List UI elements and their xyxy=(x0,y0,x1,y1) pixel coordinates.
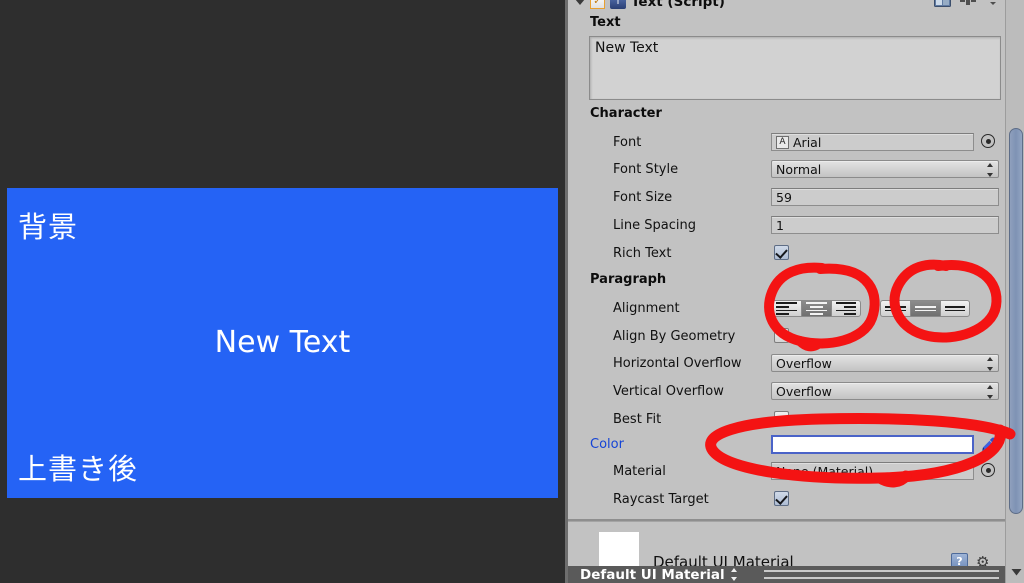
best-fit-label: Best Fit xyxy=(613,412,662,427)
component-header[interactable]: ✓ T Text (Script) xyxy=(571,0,1005,11)
game-label-after-overwrite: 上書き後 xyxy=(18,452,139,486)
chevron-updown-icon xyxy=(986,163,993,177)
font-object-field[interactable]: A Arial xyxy=(771,133,974,151)
row-color: Color xyxy=(568,434,1005,456)
align-left-button[interactable] xyxy=(771,300,801,317)
row-vertical-overflow: Vertical Overflow Overflow xyxy=(568,381,1005,403)
row-best-fit: Best Fit xyxy=(568,409,1005,431)
row-line-spacing: Line Spacing 1 xyxy=(568,215,1005,237)
vertical-alignment-group[interactable] xyxy=(880,300,970,317)
horizontal-alignment-group[interactable] xyxy=(771,300,861,317)
font-style-dropdown[interactable]: Normal xyxy=(771,160,999,178)
alignment-label: Alignment xyxy=(613,301,680,316)
material-object-field[interactable]: None (Material) xyxy=(771,462,974,480)
inspector-scrollbar[interactable] xyxy=(1005,0,1024,583)
row-rich-text: Rich Text xyxy=(568,243,1005,265)
rich-text-label: Rich Text xyxy=(613,246,672,261)
row-font: Font A Arial xyxy=(568,132,1005,154)
scrollbar-thumb[interactable] xyxy=(1009,128,1023,514)
row-font-style: Font Style Normal xyxy=(568,159,1005,181)
eyedropper-icon[interactable] xyxy=(980,436,997,453)
component-title: Text (Script) xyxy=(631,0,725,10)
align-by-geometry-checkbox[interactable] xyxy=(774,328,789,343)
horizontal-overflow-dropdown[interactable]: Overflow xyxy=(771,354,999,372)
material-value: None (Material) xyxy=(776,463,874,479)
game-view[interactable]: 背景 New Text 上書き後 xyxy=(0,0,565,583)
align-middle-button[interactable] xyxy=(910,300,940,317)
more-menu-icon[interactable] xyxy=(985,0,1001,6)
paragraph-section-label: Paragraph xyxy=(590,272,667,287)
vertical-overflow-value: Overflow xyxy=(776,383,832,399)
character-section-label: Character xyxy=(590,106,662,121)
screen-root: 背景 New Text 上書き後 ✓ T Text (Script) Text … xyxy=(0,0,1024,583)
material-row-lines xyxy=(764,570,999,579)
row-material: Material None (Material) xyxy=(568,461,1005,483)
checkmark-icon: ✓ xyxy=(593,0,602,7)
line-spacing-value: 1 xyxy=(776,217,784,233)
book-icon[interactable] xyxy=(934,0,951,7)
align-top-button[interactable] xyxy=(880,300,910,317)
rich-text-checkbox[interactable] xyxy=(774,245,789,260)
scroll-down-arrow-icon[interactable] xyxy=(1009,565,1023,579)
row-horizontal-overflow: Horizontal Overflow Overflow xyxy=(568,353,1005,375)
horizontal-overflow-value: Overflow xyxy=(776,355,832,371)
component-enabled-checkbox[interactable]: ✓ xyxy=(590,0,605,9)
align-by-geometry-label: Align By Geometry xyxy=(613,329,736,344)
line-spacing-input[interactable]: 1 xyxy=(771,216,999,234)
raycast-target-checkbox[interactable] xyxy=(774,491,789,506)
material-object-picker-icon[interactable] xyxy=(981,463,995,477)
foldout-arrow-icon[interactable] xyxy=(575,0,585,5)
inspector-content: ✓ T Text (Script) Text New Text Characte… xyxy=(568,0,1008,583)
row-raycast-target: Raycast Target xyxy=(568,489,1005,511)
material-label: Material xyxy=(613,464,666,479)
text-input-value: New Text xyxy=(595,40,659,56)
inspector-panel: ✓ T Text (Script) Text New Text Characte… xyxy=(565,0,1024,583)
material-selected-label: Default UI Material xyxy=(580,566,725,583)
font-style-value: Normal xyxy=(776,161,822,177)
font-size-input[interactable]: 59 xyxy=(771,188,999,206)
font-size-label: Font Size xyxy=(613,190,673,205)
font-object-picker-icon[interactable] xyxy=(981,134,995,148)
vertical-overflow-label: Vertical Overflow xyxy=(613,384,724,399)
font-value: Arial xyxy=(793,134,822,150)
game-label-background: 背景 xyxy=(18,210,79,244)
text-input-area[interactable]: New Text xyxy=(589,36,1001,100)
chevron-updown-icon xyxy=(986,357,993,371)
font-label: Font xyxy=(613,135,642,150)
align-bottom-button[interactable] xyxy=(940,300,970,317)
horizontal-overflow-label: Horizontal Overflow xyxy=(613,356,742,371)
script-icon: T xyxy=(610,0,626,9)
color-label: Color xyxy=(590,437,624,452)
font-asset-icon: A xyxy=(776,135,789,149)
row-align-by-geometry: Align By Geometry xyxy=(568,326,1005,348)
vertical-overflow-dropdown[interactable]: Overflow xyxy=(771,382,999,400)
row-alignment: Alignment xyxy=(568,298,1005,320)
chevron-updown-icon xyxy=(731,568,738,581)
line-spacing-label: Line Spacing xyxy=(613,218,696,233)
game-label-new-text: New Text xyxy=(214,325,351,360)
font-size-value: 59 xyxy=(776,189,792,205)
align-right-button[interactable] xyxy=(831,300,861,317)
align-center-button[interactable] xyxy=(801,300,831,317)
raycast-target-label: Raycast Target xyxy=(613,492,709,507)
color-swatch[interactable] xyxy=(771,435,974,454)
best-fit-checkbox[interactable] xyxy=(774,411,789,426)
chevron-updown-icon xyxy=(986,385,993,399)
font-style-label: Font Style xyxy=(613,162,679,177)
text-section-label: Text xyxy=(590,15,621,30)
preset-icon[interactable] xyxy=(960,0,976,6)
row-font-size: Font Size 59 xyxy=(568,187,1005,209)
material-selected-row[interactable]: Default UI Material xyxy=(568,566,1008,583)
component-header-icons xyxy=(934,0,1001,7)
